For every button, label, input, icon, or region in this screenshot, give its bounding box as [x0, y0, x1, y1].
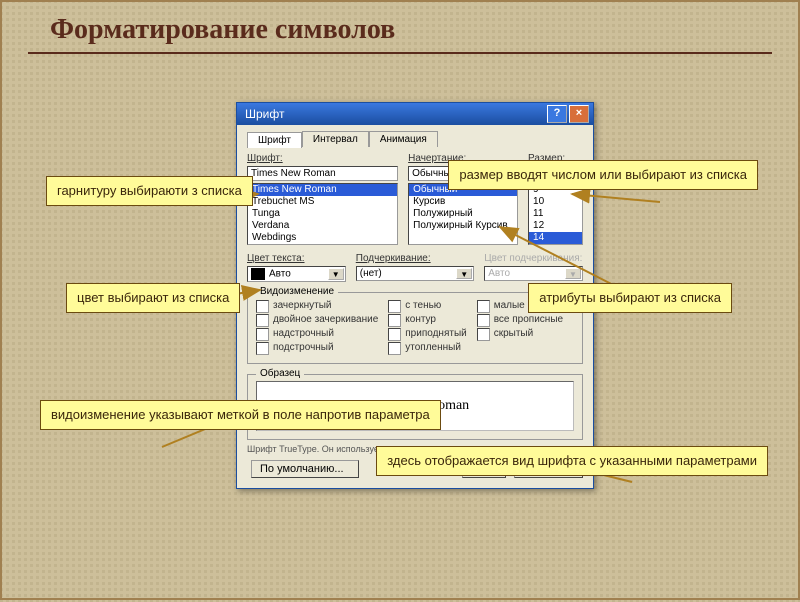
dialog-title: Шрифт — [245, 107, 284, 121]
list-item[interactable]: Times New Roman — [248, 184, 397, 196]
chk-strike[interactable]: зачеркнутый — [256, 299, 378, 313]
chk-outline[interactable]: контур — [388, 313, 466, 327]
callout-size: размер вводят числом или выбирают из спи… — [448, 160, 758, 190]
page-title: Форматирование символов — [50, 14, 798, 46]
color-value: Авто — [269, 269, 291, 280]
list-item[interactable]: 14 — [529, 232, 582, 244]
callout-effects: видоизменение указывают меткой в поле на… — [40, 400, 441, 430]
default-button[interactable]: По умолчанию... — [251, 460, 359, 478]
ulcolor-combo: Авто ▼ — [484, 266, 583, 281]
chevron-down-icon[interactable]: ▼ — [456, 268, 472, 279]
tab-anim[interactable]: Анимация — [369, 131, 438, 147]
color-combo[interactable]: Авто ▼ — [247, 266, 346, 282]
chk-sup[interactable]: надстрочный — [256, 327, 378, 341]
ulcolor-label: Цвет подчеркивания: — [484, 253, 583, 264]
callout-font: гарнитуру выбираюти з списка — [46, 176, 253, 206]
tab-font[interactable]: Шрифт — [247, 132, 302, 148]
chk-sub[interactable]: подстрочный — [256, 341, 378, 355]
chk-shadow[interactable]: с тенью — [388, 299, 466, 313]
chevron-down-icon[interactable]: ▼ — [328, 268, 344, 280]
sample-legend: Образец — [256, 368, 304, 379]
help-button[interactable]: ? — [547, 105, 567, 123]
font-list[interactable]: Times New Roman Trebuchet MS Tunga Verda… — [247, 183, 398, 245]
style-list[interactable]: Обычный Курсив Полужирный Полужирный Кур… — [408, 183, 518, 245]
list-item[interactable]: Полужирный — [409, 208, 517, 220]
underline-value: (нет) — [360, 268, 382, 279]
ulcolor-value: Авто — [488, 268, 510, 279]
chk-allcaps[interactable]: все прописные — [477, 313, 579, 327]
size-list[interactable]: 9 10 11 12 14 — [528, 183, 583, 245]
chk-hidden[interactable]: скрытый — [477, 327, 579, 341]
list-item[interactable]: Tunga — [248, 208, 397, 220]
color-label: Цвет текста: — [247, 253, 346, 264]
title-bar[interactable]: Шрифт ? × — [237, 103, 593, 125]
effects-legend: Видоизменение — [256, 286, 338, 297]
tab-spacing[interactable]: Интервал — [302, 131, 369, 147]
callout-attr: атрибуты выбирают из списка — [528, 283, 732, 313]
font-label: Шрифт: — [247, 153, 398, 164]
chk-emboss[interactable]: приподнятый — [388, 327, 466, 341]
list-item[interactable]: Webdings — [248, 232, 397, 244]
list-item[interactable]: 11 — [529, 208, 582, 220]
chevron-down-icon: ▼ — [565, 268, 581, 279]
list-item[interactable]: Курсив — [409, 196, 517, 208]
list-item[interactable]: Verdana — [248, 220, 397, 232]
callout-color: цвет выбирают из списка — [66, 283, 240, 313]
callout-sample: здесь отображается вид шрифта с указанны… — [376, 446, 768, 476]
list-item[interactable]: Trebuchet MS — [248, 196, 397, 208]
list-item[interactable]: 10 — [529, 196, 582, 208]
list-item[interactable]: 12 — [529, 220, 582, 232]
close-button[interactable]: × — [569, 105, 589, 123]
underline-combo[interactable]: (нет) ▼ — [356, 266, 475, 281]
color-swatch — [251, 268, 265, 280]
chk-engrave[interactable]: утопленный — [388, 341, 466, 355]
tab-bar: Шрифт Интервал Анимация — [247, 131, 583, 147]
divider — [28, 52, 772, 54]
underline-label: Подчеркивание: — [356, 253, 475, 264]
chk-dstrike[interactable]: двойное зачеркивание — [256, 313, 378, 327]
font-input[interactable] — [247, 166, 398, 181]
list-item[interactable]: Полужирный Курсив — [409, 220, 517, 232]
